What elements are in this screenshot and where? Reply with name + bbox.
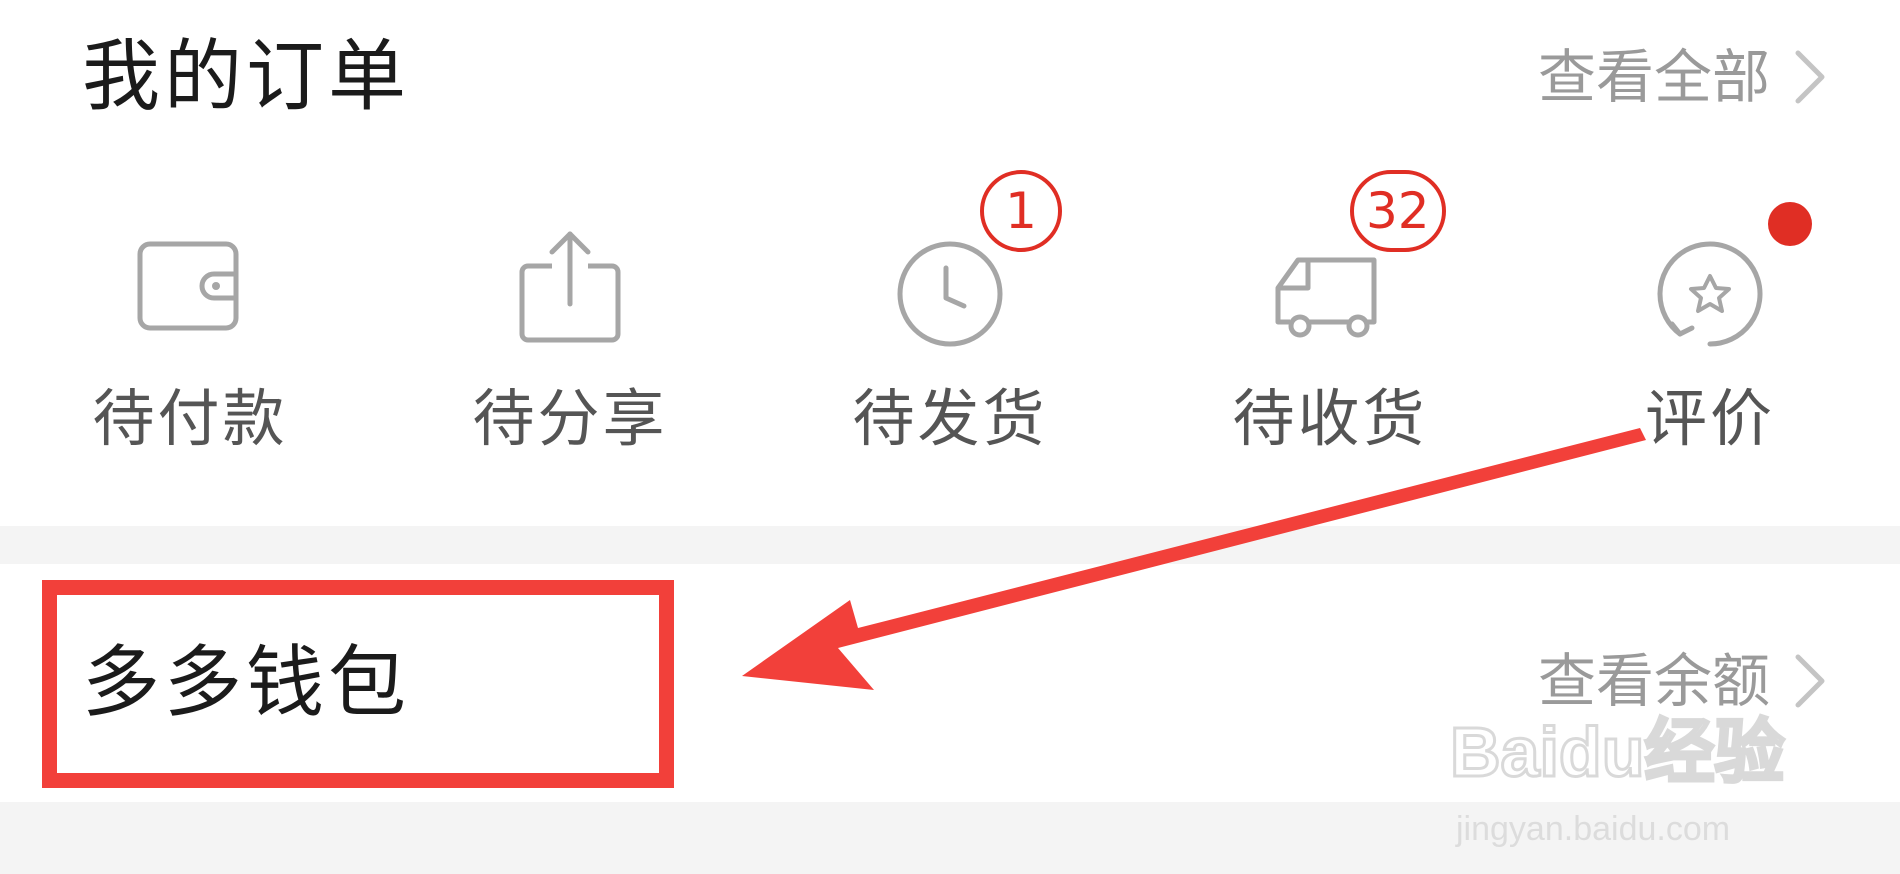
order-item-pending-payment[interactable]: 待付款: [0, 210, 380, 470]
pending-receipt-badge: 32: [1350, 170, 1446, 252]
truck-icon: [1275, 257, 1377, 338]
order-item-label: 待发货: [852, 382, 1048, 455]
view-balance-link[interactable]: 查看余额: [1538, 652, 1828, 710]
view-balance-label: 查看余额: [1537, 647, 1770, 715]
wallet-icon: [137, 241, 239, 331]
order-item-pending-share[interactable]: 待分享: [380, 210, 760, 470]
order-item-label: 待分享: [472, 382, 668, 455]
order-item-pending-shipment[interactable]: 1 待发货: [760, 170, 1140, 470]
clock-icon: [897, 241, 1003, 347]
chevron-right-icon: [1795, 50, 1825, 104]
view-all-label: 查看全部: [1537, 43, 1770, 111]
share-icon: [519, 231, 621, 343]
order-item-pending-receipt[interactable]: 32 待收货: [1140, 170, 1520, 470]
view-all-orders-link[interactable]: 查看全部: [1538, 48, 1828, 106]
pending-shipment-badge: 1: [980, 170, 1062, 252]
order-item-label: 评价: [1644, 382, 1775, 455]
order-item-label: 待收货: [1232, 382, 1428, 455]
annotation-highlight-box: [42, 580, 674, 788]
review-star-icon: [1657, 241, 1763, 347]
section-divider: [0, 526, 1900, 564]
orders-title: 我的订单: [82, 32, 411, 122]
chevron-right-icon: [1795, 654, 1825, 708]
orders-section: 我的订单 查看全部 待付款 待分享 1 待发货 32 待收货 评价: [0, 0, 1900, 526]
order-item-label: 待付款: [92, 382, 288, 455]
order-item-review[interactable]: 评价: [1520, 202, 1900, 470]
review-notification-dot: [1768, 202, 1812, 246]
section-divider: [0, 802, 1900, 874]
